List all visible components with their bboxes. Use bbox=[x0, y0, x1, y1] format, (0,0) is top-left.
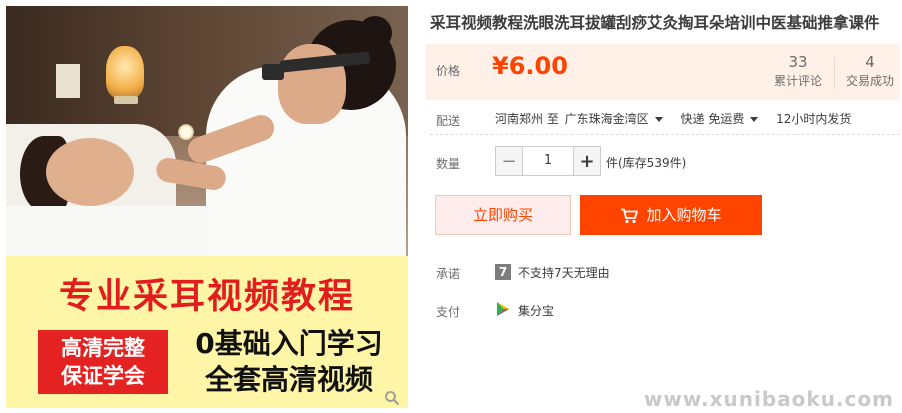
banner-subtitle-line2: 全套高清视频 bbox=[204, 363, 373, 396]
jifenbao-icon bbox=[497, 302, 509, 316]
divider bbox=[430, 134, 900, 135]
product-main-image[interactable]: 专业采耳视频教程 高清完整 保证学会 0基础入门学习 全套高清视频 bbox=[6, 6, 408, 408]
photo-client-face bbox=[46, 138, 134, 206]
quantity-decrease-button[interactable]: − bbox=[495, 146, 523, 176]
payment-text[interactable]: 集分宝 bbox=[518, 302, 554, 319]
add-to-cart-label: 加入购物车 bbox=[646, 206, 722, 224]
banner-subtitle-line1: 0基础入门学习 bbox=[195, 327, 383, 360]
no-return-icon: 7 bbox=[495, 264, 511, 280]
shipping-method-select[interactable]: 快递 免运费 bbox=[681, 112, 771, 126]
banner-subtitle: 0基础入门学习 全套高清视频 bbox=[174, 326, 404, 398]
sold-stat: 4 交易成功 bbox=[838, 52, 902, 90]
quantity-label: 数量 bbox=[436, 157, 461, 171]
reviews-label: 累计评论 bbox=[773, 74, 822, 88]
promise-text[interactable]: 不支持7天无理由 bbox=[518, 264, 610, 281]
buy-now-button[interactable]: 立即购买 bbox=[435, 195, 571, 235]
banner-badge-line2: 保证学会 bbox=[61, 364, 145, 388]
shipping-method: 快递 免运费 bbox=[680, 112, 745, 126]
stat-divider bbox=[834, 57, 835, 89]
promo-banner: 专业采耳视频教程 高清完整 保证学会 0基础入门学习 全套高清视频 bbox=[6, 256, 408, 408]
reviews-stat[interactable]: 33 累计评论 bbox=[766, 52, 830, 90]
add-to-cart-button[interactable]: 加入购物车 bbox=[580, 195, 762, 235]
shipping-to: 广东珠海金湾区 bbox=[564, 112, 649, 126]
payment-label: 支付 bbox=[436, 305, 461, 319]
photo-lamp-base bbox=[114, 96, 138, 104]
promise-label: 承诺 bbox=[436, 267, 461, 281]
stock-text: 件(库存539件) bbox=[606, 156, 687, 170]
banner-badge: 高清完整 保证学会 bbox=[38, 330, 168, 394]
chevron-down-icon bbox=[750, 117, 759, 122]
banner-badge-line1: 高清完整 bbox=[61, 336, 145, 360]
quantity-stepper: − 1 + bbox=[495, 146, 601, 176]
product-title: 采耳视频教程洗眼洗耳拔罐刮痧艾灸掏耳朵培训中医基础推拿课件 bbox=[430, 14, 880, 32]
quantity-increase-button[interactable]: + bbox=[573, 146, 601, 176]
price-value: ¥6.00 bbox=[492, 52, 568, 80]
banner-title: 专业采耳视频教程 bbox=[58, 277, 355, 317]
price-label: 价格 bbox=[436, 64, 461, 78]
photo-therapist-bun bbox=[358, 16, 392, 50]
watermark: www.xunibaoku.com bbox=[643, 387, 894, 411]
shipping-from: 河南郑州 至 bbox=[495, 112, 559, 126]
quantity-input[interactable]: 1 bbox=[523, 146, 573, 176]
photo-tool-light bbox=[178, 124, 194, 140]
photo-box bbox=[56, 64, 80, 98]
product-photo bbox=[6, 6, 408, 256]
price-panel: 价格 ¥6.00 33 累计评论 4 交易成功 bbox=[426, 44, 900, 100]
sold-count: 4 bbox=[865, 53, 875, 71]
sold-label: 交易成功 bbox=[845, 74, 894, 88]
zoom-icon[interactable] bbox=[384, 390, 400, 406]
chevron-down-icon bbox=[654, 117, 663, 122]
shipping-to-select[interactable]: 广东珠海金湾区 bbox=[565, 112, 675, 126]
shipping-label: 配送 bbox=[436, 114, 461, 128]
photo-headlamp bbox=[262, 64, 284, 80]
shipping-row: 河南郑州 至 广东珠海金湾区 快递 免运费 12小时内发货 bbox=[495, 110, 853, 127]
reviews-count: 33 bbox=[788, 53, 808, 71]
photo-lamp bbox=[106, 46, 144, 98]
cart-icon bbox=[621, 208, 639, 223]
shipping-dispatch: 12小时内发货 bbox=[776, 112, 852, 126]
